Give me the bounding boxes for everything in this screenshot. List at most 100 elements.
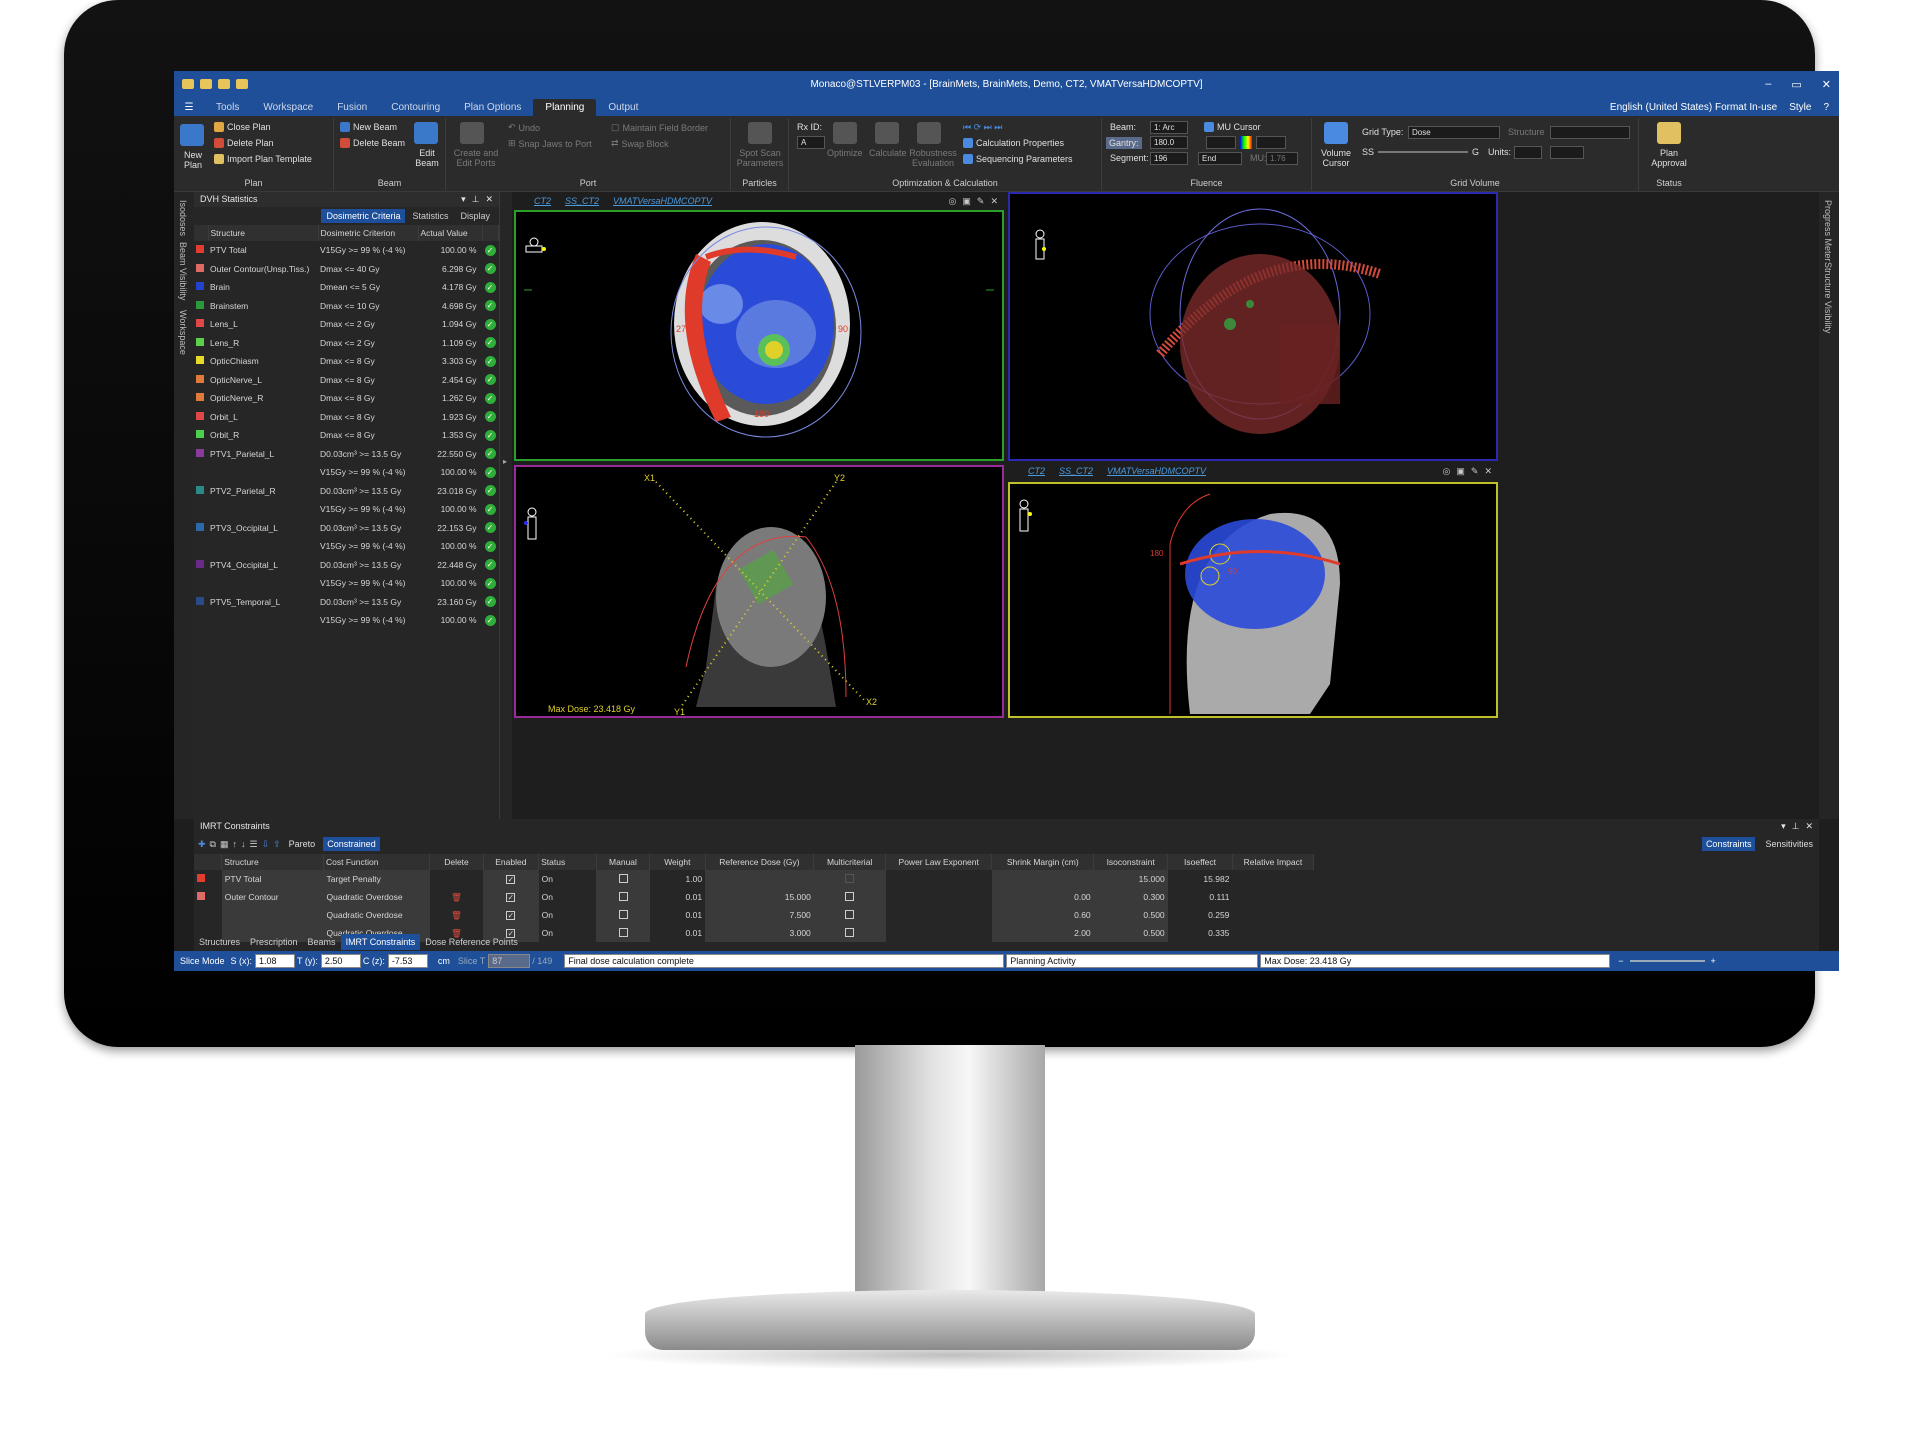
table-row[interactable]: PTV1_Parietal_L D0.03cm³ >= 13.5 Gy 22.5… [194,445,499,464]
manual-checkbox[interactable] [596,888,650,906]
table-row[interactable]: Lens_L Dmax <= 2 Gy 1.094 Gy ✓ [194,315,499,334]
create-edit-ports-button[interactable]: Create and Edit Ports [448,148,504,168]
delete-icon[interactable] [430,870,483,888]
isoconstraint[interactable]: 0.500 [1093,906,1168,924]
tab-structures[interactable]: Structures [194,934,245,950]
multicriterial-checkbox[interactable] [813,870,886,888]
table-row[interactable]: OpticNerve_R Dmax <= 8 Gy 1.262 Gy ✓ [194,389,499,408]
isodoses-tab[interactable]: Isodoses [178,200,188,236]
table-row[interactable]: Orbit_L Dmax <= 8 Gy 1.923 Gy ✓ [194,408,499,427]
manual-checkbox[interactable] [596,924,650,942]
close-button[interactable]: ✕ [1822,78,1831,91]
constraint-structure[interactable] [221,906,324,924]
seq-params-button[interactable]: Sequencing Parameters [963,154,1073,164]
tab-tools[interactable]: Tools [204,99,251,116]
pen-icon-2[interactable]: ✎ [1471,466,1479,477]
manual-checkbox[interactable] [596,906,650,924]
multicriterial-checkbox[interactable] [813,924,886,942]
calculate-button[interactable]: Calculate [869,148,907,158]
reference-dose[interactable] [705,870,814,888]
mu-range-high[interactable] [1256,136,1286,149]
delete-plan-button[interactable]: Delete Plan [214,138,274,148]
cost-function[interactable]: Target Penalty [323,870,430,888]
table-row[interactable]: PTV Total Target Penalty ✓ On 1.00 15.00… [194,870,1314,888]
sagittal-view[interactable]: 180 90 [1008,482,1498,718]
optimize-button[interactable]: Optimize [827,148,863,158]
tab-contouring[interactable]: Contouring [379,99,452,116]
power-law-exponent[interactable] [886,906,992,924]
table-row[interactable]: OpticChiasm Dmax <= 8 Gy 3.303 Gy ✓ [194,352,499,371]
constraint-structure[interactable]: PTV Total [221,870,324,888]
imrt-pin-icon[interactable]: ▾ [1781,821,1786,832]
structure-visibility-tab[interactable]: Structure Visibility [1823,262,1833,333]
imrt-close-icon[interactable]: ✕ [1805,821,1813,832]
segment-input[interactable]: 196 [1150,152,1188,165]
table-row[interactable]: V15Gy >= 99 % (-4 %) 100.00 % ✓ [194,500,499,519]
pen-icon[interactable]: ✎ [977,196,985,207]
table-row[interactable]: PTV5_Temporal_L D0.03cm³ >= 13.5 Gy 23.1… [194,593,499,612]
table-row[interactable]: V15Gy >= 99 % (-4 %) 100.00 % ✓ [194,537,499,556]
table-row[interactable]: V15Gy >= 99 % (-4 %) 100.00 % ✓ [194,574,499,593]
c-input[interactable]: -7.53 [387,954,428,968]
tab-plan-options[interactable]: Plan Options [452,99,533,116]
robustness-button[interactable]: Robustness Evaluation [909,148,957,168]
zoom-in-icon[interactable]: + [1705,956,1722,966]
table-row[interactable]: Outer Contour Quadratic Overdose 🗑 ✓ On … [194,888,1314,906]
close-view-icon-2[interactable]: ✕ [1484,466,1492,477]
tab-output[interactable]: Output [596,99,650,116]
add-constraint-icon[interactable]: ✚ [198,839,206,850]
progress-meter-tab[interactable]: Progress Meter [1823,200,1833,262]
mu-range-low[interactable] [1206,136,1236,149]
dock-icon[interactable]: ⊥ [472,194,480,205]
close-panel-icon[interactable]: ✕ [485,194,493,205]
pareto-mode[interactable]: Pareto [285,837,320,851]
swap-block-button[interactable]: ⇄ Swap Block [611,138,669,149]
weight-value[interactable]: 0.01 [650,906,706,924]
ss-ct2-link[interactable]: SS_CT2 [565,196,599,206]
ct2-link[interactable]: CT2 [534,196,551,206]
pin-icon[interactable]: ▾ [461,194,466,205]
ct2-link-2[interactable]: CT2 [1028,466,1045,476]
edit-beam-button[interactable]: Edit Beam [414,148,440,168]
tab-prescription[interactable]: Prescription [245,934,303,950]
grid-type-select[interactable]: Dose [1408,126,1500,139]
table-row[interactable]: V15Gy >= 99 % (-4 %) 100.00 % ✓ [194,463,499,482]
table-row[interactable]: PTV2_Parietal_R D0.03cm³ >= 13.5 Gy 23.0… [194,482,499,501]
export-constraint-icon[interactable]: ⇧ [273,839,281,850]
shrink-margin[interactable]: 2.00 [991,924,1094,942]
beam-visibility-tab[interactable]: Beam Visibility [178,242,188,300]
power-law-exponent[interactable] [886,924,992,942]
table-row[interactable]: Outer Contour(Unsp.Tiss.) Dmax <= 40 Gy … [194,260,499,279]
workspace-tab[interactable]: Workspace [178,310,188,355]
table-row[interactable]: Lens_R Dmax <= 2 Gy 1.109 Gy ✓ [194,334,499,353]
slice-input[interactable]: 87 [488,954,531,968]
close-view-icon[interactable]: ✕ [990,196,998,207]
shrink-margin[interactable] [991,870,1094,888]
target-icon-2[interactable]: ◎ [1443,466,1451,477]
rx-id-select[interactable]: A [797,136,825,149]
minimize-button[interactable]: – [1765,78,1771,91]
zoom-out-icon[interactable]: − [1612,956,1629,966]
constrained-mode[interactable]: Constrained [323,837,380,851]
axial-view[interactable]: 270 90 180 [514,210,1004,461]
multicriterial-checkbox[interactable] [813,906,886,924]
table-row[interactable]: Brainstem Dmax <= 10 Gy 4.698 Gy ✓ [194,297,499,316]
maximize-button[interactable]: ▭ [1791,78,1801,91]
snap-jaws-button[interactable]: ⊞ Snap Jaws to Port [508,138,592,149]
3d-view[interactable] [1008,192,1498,461]
s-input[interactable]: 1.08 [255,954,296,968]
mu-cursor-button[interactable]: MU Cursor [1204,122,1261,132]
end-select[interactable]: End [1198,152,1242,165]
playback-controls[interactable]: ⏮ ⟳ ⏭ ⏭ [963,122,1002,133]
cost-function[interactable]: Quadratic Overdose [323,888,430,906]
import-constraint-icon[interactable]: ⇩ [262,839,270,850]
reference-dose[interactable]: 15.000 [705,888,814,906]
isoconstraint[interactable]: 0.300 [1093,888,1168,906]
table-row[interactable]: V15Gy >= 99 % (-4 %) 100.00 % ✓ [194,611,499,630]
table-row[interactable]: PTV3_Occipital_L D0.03cm³ >= 13.5 Gy 22.… [194,519,499,538]
tab-statistics[interactable]: Statistics [407,209,453,223]
tab-dose-reference-points[interactable]: Dose Reference Points [420,934,523,950]
weight-value[interactable]: 0.01 [650,924,706,942]
plan-link-2[interactable]: VMATVersaHDMCOPTV [1107,466,1206,476]
ss-slider[interactable] [1378,151,1468,153]
